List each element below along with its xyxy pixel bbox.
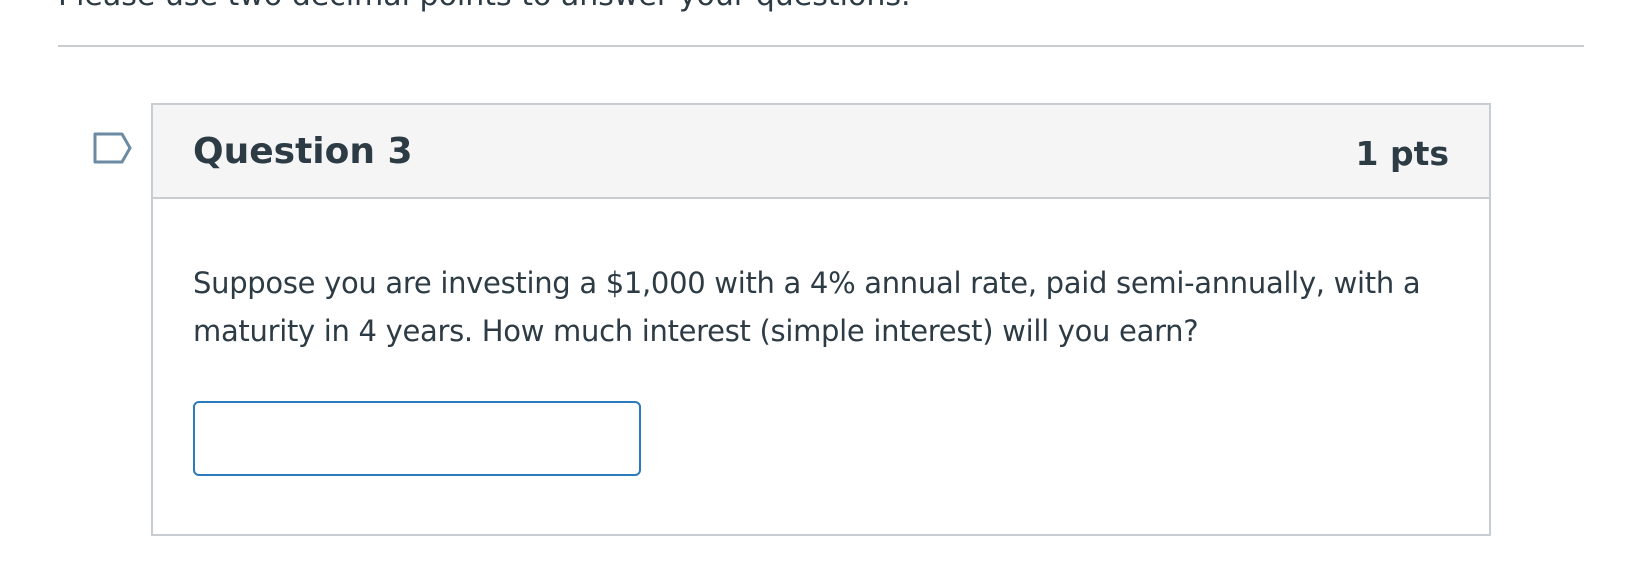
- question-card: Question 3 1 pts Suppose you are investi…: [151, 103, 1491, 536]
- question-header: Question 3 1 pts: [153, 105, 1489, 199]
- section-divider: [58, 45, 1584, 47]
- flag-question-icon[interactable]: [92, 131, 134, 165]
- question-text: Suppose you are investing a $1,000 with …: [193, 266, 1421, 348]
- quiz-page: Please use two decimal points to answer …: [0, 0, 1648, 568]
- quiz-instructions: Please use two decimal points to answer …: [58, 0, 911, 14]
- answer-input[interactable]: [193, 401, 641, 476]
- question-points: 1 pts: [1355, 134, 1450, 173]
- question-title: Question 3: [193, 131, 413, 172]
